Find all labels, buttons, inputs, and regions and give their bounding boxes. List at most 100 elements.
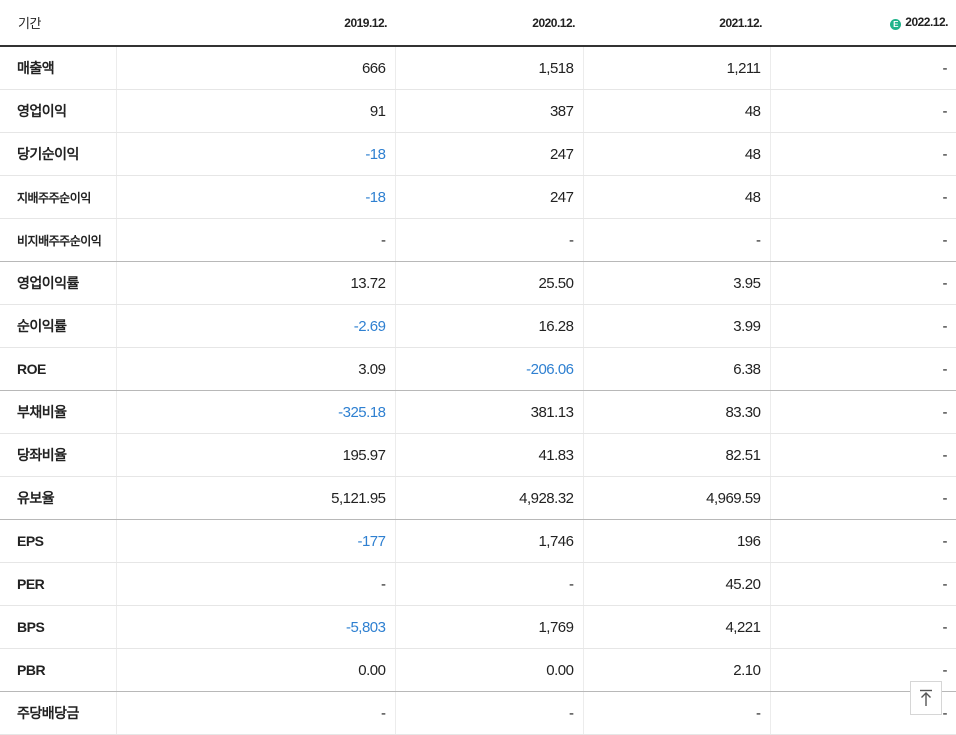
table-row-operating-margin: 영업이익률 13.72 25.50 3.95 -: [0, 261, 956, 305]
table-row-eps: EPS -177 1,746 196 -: [0, 519, 956, 563]
cell-value: -206.06: [394, 347, 583, 391]
cell-value: 1,769: [394, 605, 583, 649]
cell-value: 381.13: [394, 390, 583, 434]
row-label: 당기순이익: [0, 132, 116, 176]
cell-value: -: [769, 304, 956, 348]
cell-value: -: [769, 476, 956, 520]
cell-value: -: [769, 261, 956, 305]
cell-value: 195.97: [115, 433, 395, 477]
cell-value: 1,746: [394, 519, 583, 563]
cell-value: -: [582, 691, 770, 735]
cell-value: -: [769, 218, 956, 262]
year-header-2021: 2021.12.: [583, 0, 770, 47]
cell-value: -: [769, 605, 956, 649]
cell-value: 48: [582, 175, 770, 219]
cell-value: 25.50: [394, 261, 583, 305]
table-row-bps: BPS -5,803 1,769 4,221 -: [0, 605, 956, 649]
negative-value: -2.69: [353, 317, 386, 335]
cell-value: 45.20: [582, 562, 770, 606]
cell-value: 83.30: [582, 390, 770, 434]
negative-value: -206.06: [526, 360, 574, 378]
table-row-debt-ratio: 부채비율 -325.18 381.13 83.30 -: [0, 390, 956, 434]
cell-value: -325.18: [115, 390, 395, 434]
cell-value: -: [769, 562, 956, 606]
cell-value: 48: [582, 132, 770, 176]
cell-value: -: [394, 218, 583, 262]
cell-value: -18: [115, 175, 395, 219]
cell-value: -: [769, 390, 956, 434]
year-header-2019: 2019.12.: [116, 0, 395, 47]
year-header-2022-estimate: E 2022.12.: [770, 0, 956, 47]
cell-value: 4,969.59: [582, 476, 770, 520]
row-label: 비지배주주순이익: [0, 218, 116, 262]
cell-value: -: [115, 218, 395, 262]
cell-value: 3.09: [115, 347, 395, 391]
cell-value: 2.10: [582, 648, 770, 692]
row-label: 매출액: [0, 46, 116, 90]
table-row-controlling-net-income: 지배주주순이익 -18 247 48 -: [0, 175, 956, 219]
financial-summary-table: 기간 2019.12. 2020.12. 2021.12. E 2022.12. …: [0, 0, 956, 735]
cell-value: 0.00: [394, 648, 583, 692]
cell-value: -: [115, 562, 395, 606]
row-label: ROE: [0, 347, 116, 391]
cell-value: -: [394, 562, 583, 606]
negative-value: -325.18: [338, 403, 386, 421]
cell-value: -: [115, 691, 395, 735]
cell-value: -: [769, 89, 956, 133]
negative-value: -5,803: [345, 618, 386, 636]
table-row-roe: ROE 3.09 -206.06 6.38 -: [0, 347, 956, 391]
table-header-row: 기간 2019.12. 2020.12. 2021.12. E 2022.12.: [0, 0, 956, 47]
arrow-up-to-line-icon: [920, 689, 932, 706]
period-header: 기간: [0, 0, 116, 47]
cell-value: 196: [582, 519, 770, 563]
row-label: PBR: [0, 648, 116, 692]
cell-value: -177: [115, 519, 395, 563]
cell-value: 48: [582, 89, 770, 133]
cell-value: 5,121.95: [115, 476, 395, 520]
table-row-non-controlling-net-income: 비지배주주순이익 - - - -: [0, 218, 956, 262]
row-label: 지배주주순이익: [0, 175, 116, 219]
negative-value: -18: [365, 188, 386, 206]
table-row-operating-profit: 영업이익 91 387 48 -: [0, 89, 956, 133]
cell-value: 247: [394, 175, 583, 219]
cell-value: 91: [115, 89, 395, 133]
cell-value: -18: [115, 132, 395, 176]
row-label: 유보율: [0, 476, 116, 520]
cell-value: 41.83: [394, 433, 583, 477]
negative-value: -18: [365, 145, 386, 163]
row-label: EPS: [0, 519, 116, 563]
row-label: 당좌비율: [0, 433, 116, 477]
year-header-2022-label: 2022.12.: [905, 15, 948, 29]
cell-value: 1,211: [582, 46, 770, 90]
row-label: BPS: [0, 605, 116, 649]
cell-value: 16.28: [394, 304, 583, 348]
estimate-badge-icon: E: [890, 19, 902, 30]
table-row-quick-ratio: 당좌비율 195.97 41.83 82.51 -: [0, 433, 956, 477]
table-row-reserve-ratio: 유보율 5,121.95 4,928.32 4,969.59 -: [0, 476, 956, 520]
row-label: 영업이익: [0, 89, 116, 133]
cell-value: 13.72: [115, 261, 395, 305]
table-row-dividend-per-share: 주당배당금 - - - -: [0, 691, 956, 735]
cell-value: 82.51: [582, 433, 770, 477]
cell-value: -: [769, 519, 956, 563]
cell-value: 666: [115, 46, 395, 90]
negative-value: -177: [357, 532, 386, 550]
cell-value: -: [769, 46, 956, 90]
cell-value: 4,221: [582, 605, 770, 649]
year-header-2020: 2020.12.: [395, 0, 583, 47]
row-label: 부채비율: [0, 390, 116, 434]
table-row-per: PER - - 45.20 -: [0, 562, 956, 606]
cell-value: 3.99: [582, 304, 770, 348]
table-row-net-income: 당기순이익 -18 247 48 -: [0, 132, 956, 176]
row-label: 주당배당금: [0, 691, 116, 735]
cell-value: 247: [394, 132, 583, 176]
cell-value: -: [769, 175, 956, 219]
table-row-net-margin: 순이익률 -2.69 16.28 3.99 -: [0, 304, 956, 348]
cell-value: -: [769, 433, 956, 477]
cell-value: -5,803: [115, 605, 395, 649]
cell-value: 0.00: [115, 648, 395, 692]
cell-value: -: [394, 691, 583, 735]
cell-value: -: [769, 347, 956, 391]
scroll-to-top-button[interactable]: [910, 681, 942, 715]
table-row-pbr: PBR 0.00 0.00 2.10 -: [0, 648, 956, 692]
